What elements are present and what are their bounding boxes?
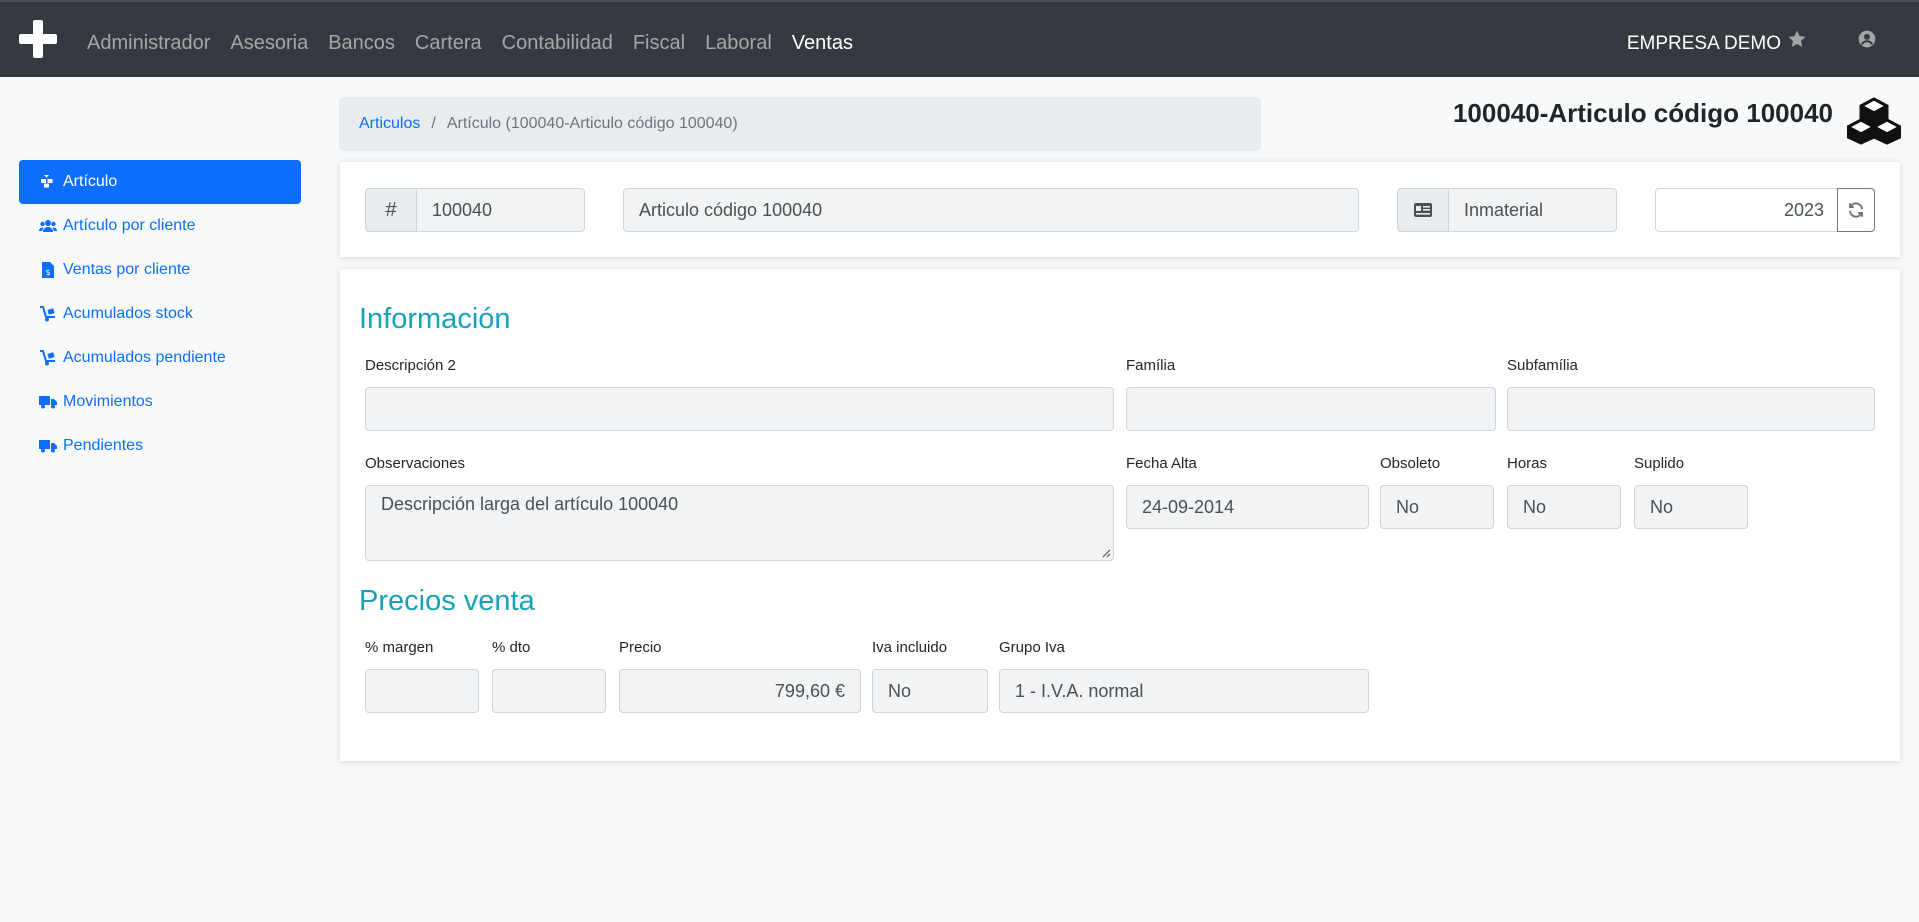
refresh-button[interactable] xyxy=(1837,188,1875,232)
resize-handle-icon[interactable] xyxy=(1101,548,1111,558)
margen-field[interactable] xyxy=(365,669,479,713)
user-circle-icon[interactable] xyxy=(1857,29,1877,49)
sidebar-item-label: Ventas por cliente xyxy=(63,261,191,278)
obsoleto-label: Obsoleto xyxy=(1380,455,1441,472)
suplido-label: Suplido xyxy=(1634,455,1685,472)
nav-item-cartera[interactable]: Cartera xyxy=(415,32,482,55)
grupo-iva-field[interactable]: 1 - I.V.A. normal xyxy=(999,669,1369,713)
refresh-icon xyxy=(1849,202,1863,218)
nav-item-administrador[interactable]: Administrador xyxy=(87,32,210,55)
suplido-field[interactable]: No xyxy=(1634,485,1748,529)
id-card-addon xyxy=(1397,188,1449,232)
sidebar-item-label: Artículo xyxy=(63,173,118,190)
users-icon xyxy=(39,218,57,234)
breadcrumb: Articulos / Artículo (100040-Articulo có… xyxy=(339,97,1261,151)
sidebar-item-acumulados-stock[interactable]: Acumulados stock xyxy=(19,292,301,336)
descripcion2-field[interactable] xyxy=(365,387,1114,431)
nav-item-contabilidad[interactable]: Contabilidad xyxy=(502,32,613,55)
observaciones-textarea[interactable]: Descripción larga del artículo 100040 xyxy=(365,485,1114,561)
precio-field[interactable]: 799,60 € xyxy=(619,669,861,713)
subfamilia-field[interactable] xyxy=(1507,387,1875,431)
cubes-icon xyxy=(39,174,57,190)
nav-item-asesoria[interactable]: Asesoria xyxy=(230,32,308,55)
descripcion2-label: Descripción 2 xyxy=(365,357,456,374)
sidebar-item-label: Artículo por cliente xyxy=(63,217,196,234)
fecha-alta-field[interactable]: 24-09-2014 xyxy=(1126,485,1369,529)
truck-icon xyxy=(39,438,57,454)
article-header-card: # 100040 Articulo código 100040 Inmateri… xyxy=(340,162,1900,257)
breadcrumb-separator: / xyxy=(431,115,436,132)
sidebar-item-articulo-por-cliente[interactable]: Artículo por cliente xyxy=(19,204,301,248)
obsoleto-field[interactable]: No xyxy=(1380,485,1494,529)
margen-label: % margen xyxy=(365,639,434,656)
code-field[interactable]: 100040 xyxy=(416,188,585,232)
hash-addon: # xyxy=(365,188,417,232)
sidebar-item-articulo[interactable]: Artículo xyxy=(19,160,301,204)
breadcrumb-current: Artículo (100040-Articulo código 100040) xyxy=(446,115,738,132)
familia-label: Família xyxy=(1126,357,1176,374)
top-navbar: Administrador Asesoria Bancos Cartera Co… xyxy=(0,0,1919,77)
subfamilia-label: Subfamília xyxy=(1507,357,1578,374)
sidebar-item-movimientos[interactable]: Movimientos xyxy=(19,380,301,424)
familia-field[interactable] xyxy=(1126,387,1496,431)
article-detail-card: Información Descripción 2 Família Subfam… xyxy=(340,269,1900,761)
dto-label: % dto xyxy=(492,639,531,656)
horas-field[interactable]: No xyxy=(1507,485,1621,529)
sidebar-item-label: Movimientos xyxy=(63,393,153,410)
star-icon[interactable] xyxy=(1787,29,1807,49)
id-card-icon xyxy=(1414,203,1432,217)
horas-label: Horas xyxy=(1507,455,1548,472)
sidebar: Artículo Artículo por cliente $ Ventas p… xyxy=(19,160,301,468)
company-name[interactable]: EMPRESA DEMO xyxy=(1627,33,1781,55)
nav-item-laboral[interactable]: Laboral xyxy=(705,32,772,55)
iva-incluido-field[interactable]: No xyxy=(872,669,988,713)
iva-incluido-label: Iva incluido xyxy=(872,639,948,656)
sidebar-item-label: Acumulados pendiente xyxy=(63,349,226,366)
fecha-alta-label: Fecha Alta xyxy=(1126,455,1197,472)
dolly-icon xyxy=(39,350,57,366)
precio-label: Precio xyxy=(619,639,662,656)
name-field[interactable]: Articulo código 100040 xyxy=(623,188,1359,232)
truck-icon xyxy=(39,394,57,410)
invoice-dollar-icon: $ xyxy=(39,262,57,278)
nav-item-fiscal[interactable]: Fiscal xyxy=(633,32,685,55)
section-informacion: Información xyxy=(359,303,511,335)
year-field[interactable]: 2023 xyxy=(1655,188,1840,232)
observaciones-value: Descripción larga del artículo 100040 xyxy=(381,494,679,514)
breadcrumb-root-link[interactable]: Articulos xyxy=(359,115,420,133)
grupo-iva-label: Grupo Iva xyxy=(999,639,1065,656)
sidebar-item-ventas-por-cliente[interactable]: $ Ventas por cliente xyxy=(19,248,301,292)
svg-text:$: $ xyxy=(45,268,50,277)
sidebar-item-label: Pendientes xyxy=(63,437,144,454)
dolly-icon xyxy=(39,306,57,322)
sidebar-item-acumulados-pendiente[interactable]: Acumulados pendiente xyxy=(19,336,301,380)
sidebar-item-label: Acumulados stock xyxy=(63,305,193,322)
page-title: 100040-Articulo código 100040 xyxy=(1452,98,1833,128)
type-field[interactable]: Inmaterial xyxy=(1448,188,1617,232)
sidebar-item-pendientes[interactable]: Pendientes xyxy=(19,424,301,468)
nav-item-bancos[interactable]: Bancos xyxy=(328,32,395,55)
nav-item-ventas[interactable]: Ventas xyxy=(792,32,853,55)
main-menu: Administrador Asesoria Bancos Cartera Co… xyxy=(87,32,873,55)
section-precios-venta: Precios venta xyxy=(359,585,535,617)
plus-logo-icon[interactable] xyxy=(19,20,57,58)
observaciones-label: Observaciones xyxy=(365,455,466,472)
cubes-icon xyxy=(1847,97,1901,145)
dto-field[interactable] xyxy=(492,669,606,713)
